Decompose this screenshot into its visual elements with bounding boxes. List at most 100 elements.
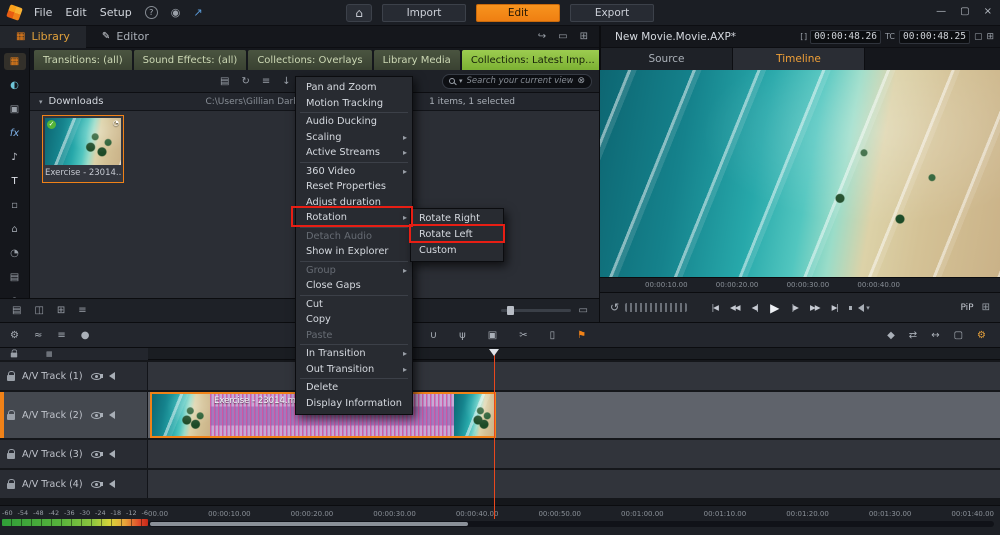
jump-end-button[interactable]: ▶| (827, 300, 842, 316)
location-icon[interactable]: ◉ (171, 6, 181, 19)
menu-item-show-in-explorer[interactable]: Show in Explorer (296, 244, 412, 260)
maximize-icon[interactable]: ▢ (960, 6, 969, 17)
thumbnail-zoom-slider[interactable] (500, 306, 571, 315)
zoom-slider-handle[interactable] (506, 306, 514, 315)
music-icon[interactable]: ♪ (4, 149, 26, 166)
search-clear-icon[interactable]: ⊗ (577, 76, 585, 86)
loop-playback-icon[interactable]: ↺ (610, 301, 619, 314)
recent-icon[interactable]: ◔ (4, 245, 26, 262)
strip-grid-icon[interactable]: ▦ (46, 350, 53, 358)
timecode-duration[interactable]: 00:00:48.25 (899, 29, 970, 44)
tab-transitions[interactable]: Transitions: (all) (34, 50, 132, 70)
magnet-icon[interactable]: ∪ (430, 330, 437, 341)
import-button[interactable]: Import (382, 4, 466, 22)
menu-item-delete[interactable]: Delete (296, 380, 412, 396)
timeline-scrollbar[interactable] (148, 521, 994, 527)
speaker-icon[interactable] (100, 411, 115, 419)
tab-editor[interactable]: ✎ Editor (86, 26, 165, 48)
menu-item-rotation[interactable]: Rotation ▸ (296, 210, 412, 226)
mark-in-out-icon[interactable]: [ ] (800, 32, 807, 41)
tab-source[interactable]: Source (601, 48, 733, 70)
view-options-icon[interactable]: ≡ (262, 76, 270, 87)
swap-icon[interactable]: ⇄ (909, 330, 917, 341)
lock-icon[interactable] (7, 449, 15, 459)
lock-icon[interactable] (7, 371, 15, 381)
pip-label[interactable]: PiP (960, 303, 973, 313)
audio-mixer-icon[interactable]: ≈ (34, 330, 42, 341)
menu-item-audio-ducking[interactable]: Audio Ducking (296, 114, 412, 130)
photos-icon[interactable]: ▣ (4, 101, 26, 118)
refresh-icon[interactable]: ↻ (241, 76, 249, 87)
track-lane-3[interactable] (148, 440, 1000, 468)
menu-item-360-video[interactable]: 360 Video ▸ (296, 164, 412, 180)
media-thumbnail[interactable]: ✓ ◔ (45, 118, 121, 165)
sort-icon[interactable]: ↓ (282, 76, 290, 87)
menu-item-scaling[interactable]: Scaling ▸ (296, 130, 412, 146)
editor-tools-icon[interactable]: ⚙ (977, 330, 986, 341)
microphone-icon[interactable]: ψ (459, 330, 466, 341)
track-header-4[interactable]: A/V Track (4) (0, 470, 148, 498)
close-icon[interactable]: × (984, 6, 992, 17)
edit-mode-button[interactable]: Edit (476, 4, 560, 22)
tab-library-media[interactable]: Library Media (373, 50, 460, 70)
frame-back-button[interactable]: ◀| (747, 300, 762, 316)
undock-preview-icon[interactable]: ▢ (974, 32, 983, 42)
send-to-timeline-icon[interactable]: ↪ (538, 31, 546, 42)
tab-timeline[interactable]: Timeline (733, 48, 865, 70)
scrollbar-thumb[interactable] (150, 522, 468, 526)
lock-icon[interactable] (10, 349, 18, 358)
multiview-grid-icon[interactable]: ⊞ (982, 302, 990, 313)
titles-icon[interactable]: T (4, 173, 26, 190)
track-lane-1[interactable] (148, 362, 1000, 390)
timeline-marker-strip[interactable]: ▦ (0, 348, 1000, 360)
marker-icon[interactable]: ⚑ (577, 330, 586, 341)
timecode-position[interactable]: 00:00:48.26 (810, 29, 881, 44)
thumbnail-view-icon[interactable]: ◫ (34, 305, 43, 316)
frame-forward-button[interactable]: |▶ (787, 300, 802, 316)
menu-item-active-streams[interactable]: Active Streams ▸ (296, 145, 412, 161)
menu-item-in-transition[interactable]: In Transition ▸ (296, 346, 412, 362)
record-voiceover-icon[interactable]: ● (81, 330, 90, 341)
menu-file[interactable]: File (34, 6, 52, 19)
menu-setup[interactable]: Setup (100, 6, 132, 19)
folder-icon[interactable]: ▤ (220, 76, 229, 87)
track-lane-4[interactable] (148, 470, 1000, 498)
track-header-3[interactable]: A/V Track (3) (0, 440, 148, 468)
lock-icon[interactable] (7, 479, 15, 489)
speaker-icon[interactable] (100, 372, 115, 380)
tab-collections-overlays[interactable]: Collections: Overlays (248, 50, 372, 70)
detach-panel-icon[interactable]: ▭ (558, 31, 567, 42)
prev-clip-button[interactable]: ◀◀ (727, 300, 742, 316)
play-button[interactable]: ▶ (767, 300, 782, 316)
snapshot-icon[interactable]: ▣ (488, 330, 497, 341)
menu-item-reset-properties[interactable]: Reset Properties (296, 179, 412, 195)
track-size-icon[interactable]: ≡ (57, 330, 65, 341)
menu-item-rotate-right[interactable]: Rotate Right (411, 211, 503, 227)
menu-item-display-information[interactable]: Display Information (296, 396, 412, 412)
effects-icon[interactable]: fx (4, 125, 26, 142)
preview-grid-icon[interactable]: ⊞ (986, 32, 994, 42)
home-button[interactable]: ⌂ (346, 4, 372, 22)
montage-icon[interactable]: ▫ (4, 197, 26, 214)
search-input[interactable]: ▾ Search your current view ⊗ (442, 73, 592, 89)
menu-item-custom[interactable]: Custom (411, 243, 503, 259)
menu-item-adjust-duration[interactable]: Adjust duration (296, 195, 412, 211)
menu-item-pan-and-zoom[interactable]: Pan and Zoom (296, 80, 412, 96)
library-nav-icon[interactable]: ▦ (3, 53, 26, 70)
pip-icon[interactable]: ▢ (954, 330, 963, 341)
keyframe-icon[interactable]: ◆ (887, 330, 895, 341)
preview-scrub-ruler[interactable]: 00:00:10.00 00:00:20.00 00:00:30.00 00:0… (600, 277, 1000, 292)
collapse-chevron-icon[interactable]: ▾ (39, 98, 43, 106)
track-header-1[interactable]: A/V Track (1) (0, 362, 148, 390)
jump-start-button[interactable]: |◀ (707, 300, 722, 316)
export-button[interactable]: Export (570, 4, 654, 22)
list-view-icon[interactable]: ≡ (78, 305, 86, 316)
playhead-handle[interactable] (489, 349, 499, 356)
grid-view-icon[interactable]: ⊞ (57, 305, 65, 316)
tab-collections-latest-import[interactable]: Collections: Latest Imp... × (461, 50, 619, 70)
timeline-settings-icon[interactable]: ⚙ (10, 330, 19, 341)
speaker-icon[interactable] (100, 450, 115, 458)
menu-item-rotate-left[interactable]: Rotate Left (411, 227, 503, 243)
search-scope-caret-icon[interactable]: ▾ (459, 77, 463, 85)
trash-icon[interactable]: ▯ (550, 330, 556, 341)
